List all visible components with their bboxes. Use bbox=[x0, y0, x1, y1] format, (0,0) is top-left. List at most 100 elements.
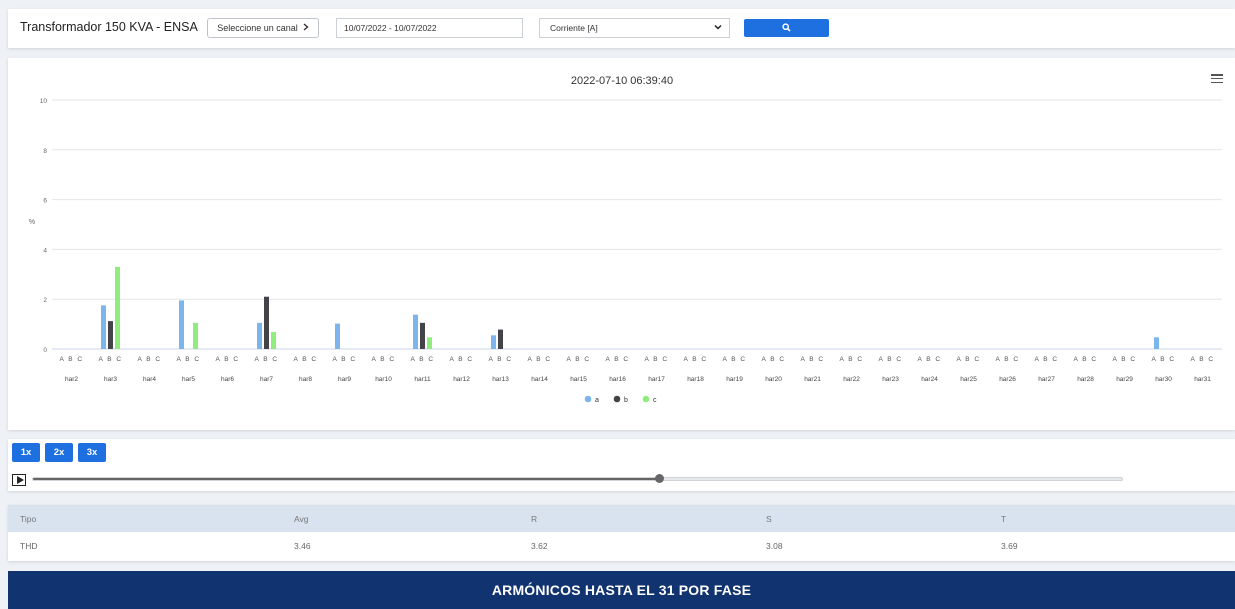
x-sublabel: A B C bbox=[722, 356, 746, 363]
x-tick-label: har4 bbox=[143, 376, 156, 383]
x-tick-label: har12 bbox=[453, 376, 470, 383]
x-tick-label: har15 bbox=[570, 376, 587, 383]
x-tick-label: har23 bbox=[882, 376, 899, 383]
chart-title: 2022-07-10 06:39:40 bbox=[571, 75, 673, 87]
cell-avg: 3.46 bbox=[294, 540, 311, 551]
x-tick-label: har24 bbox=[921, 376, 938, 383]
measure-select[interactable]: Corriente [A] bbox=[539, 18, 730, 38]
legend-label-c: c bbox=[653, 397, 657, 404]
x-tick-label: har5 bbox=[182, 376, 195, 383]
device-title: Transformador 150 KVA - ENSA bbox=[20, 20, 198, 34]
legend-marker-a bbox=[584, 395, 592, 403]
playback-panel: 1x 2x 3x bbox=[8, 439, 1235, 491]
bar-b-har13 bbox=[498, 329, 503, 349]
bar-b-har11 bbox=[420, 322, 425, 349]
select-channel-label: Seleccione un canal bbox=[217, 23, 298, 33]
table-header-row: Tipo Avg R S T bbox=[8, 505, 1235, 532]
column-header-s: S bbox=[754, 505, 989, 532]
legend-label-b: b bbox=[624, 397, 628, 404]
x-tick-label: har30 bbox=[1155, 376, 1172, 383]
x-tick-label: har19 bbox=[726, 376, 743, 383]
bar-a-har3 bbox=[101, 305, 106, 349]
play-button[interactable] bbox=[12, 474, 26, 486]
bar-c-har5 bbox=[193, 322, 198, 349]
x-sublabel: A B C bbox=[293, 356, 317, 363]
x-tick-label: har6 bbox=[221, 376, 234, 383]
date-range-input[interactable]: 10/07/2022 - 10/07/2022 bbox=[336, 18, 523, 38]
x-sublabel: A B C bbox=[137, 356, 161, 363]
column-header-r: R bbox=[519, 505, 754, 532]
speed-3x-button[interactable]: 3x bbox=[78, 443, 106, 462]
x-sublabel: A B C bbox=[59, 356, 83, 363]
x-sublabel: A B C bbox=[449, 356, 473, 363]
thd-table-card: Tipo Avg R S T THD 3.46 3.62 3.08 3.69 bbox=[8, 505, 1235, 561]
bar-c-har11 bbox=[427, 337, 432, 349]
bar-a-har11 bbox=[413, 314, 418, 349]
x-tick-label: har8 bbox=[299, 376, 312, 383]
x-sublabel: A B C bbox=[917, 356, 941, 363]
column-header-tipo: Tipo bbox=[8, 505, 282, 532]
x-tick-label: har22 bbox=[843, 376, 860, 383]
measure-select-value: Corriente [A] bbox=[550, 23, 598, 33]
cell-tipo: THD bbox=[20, 540, 38, 551]
y-tick-label: 0 bbox=[43, 347, 47, 354]
bar-a-har9 bbox=[335, 323, 340, 349]
bar-a-har13 bbox=[491, 335, 496, 349]
harmonics-chart: 2022-07-10 06:39:40 % 0 2 4 6 8 10 A B C har2 A… bbox=[8, 58, 1235, 430]
x-sublabel: A B C bbox=[332, 356, 356, 363]
search-button[interactable] bbox=[744, 19, 829, 37]
bar-a-har30 bbox=[1154, 337, 1159, 349]
bar-a-har5 bbox=[179, 300, 184, 349]
x-tick-label: har14 bbox=[531, 376, 548, 383]
x-sublabel: A B C bbox=[410, 356, 434, 363]
x-tick-label: har27 bbox=[1038, 376, 1055, 383]
table-row: THD 3.46 3.62 3.08 3.69 bbox=[8, 532, 1235, 559]
timeline-slider[interactable] bbox=[32, 474, 1123, 483]
legend-marker-c bbox=[642, 395, 650, 403]
y-tick-label: 8 bbox=[43, 148, 47, 155]
x-sublabel: A B C bbox=[488, 356, 512, 363]
y-tick-label: 10 bbox=[40, 98, 48, 105]
x-tick-label: har16 bbox=[609, 376, 626, 383]
cell-s: 3.08 bbox=[766, 540, 783, 551]
x-tick-label: har17 bbox=[648, 376, 665, 383]
x-sublabel: A B C bbox=[371, 356, 395, 363]
thd-table: Tipo Avg R S T THD 3.46 3.62 3.08 3.69 bbox=[8, 505, 1235, 559]
bar-c-har7 bbox=[271, 332, 276, 349]
x-sublabel: A B C bbox=[1112, 356, 1136, 363]
x-tick-label: har7 bbox=[260, 376, 273, 383]
play-icon bbox=[16, 476, 24, 484]
legend-marker-b bbox=[613, 395, 621, 403]
x-sublabel: A B C bbox=[839, 356, 863, 363]
x-sublabel: A B C bbox=[1034, 356, 1058, 363]
column-header-avg: Avg bbox=[282, 505, 519, 532]
speed-2x-button[interactable]: 2x bbox=[45, 443, 73, 462]
toolbar: Transformador 150 KVA - ENSA Seleccione … bbox=[8, 9, 1235, 48]
x-tick-label: har9 bbox=[338, 376, 351, 383]
x-sublabel: A B C bbox=[215, 356, 239, 363]
x-sublabel: A B C bbox=[683, 356, 707, 363]
x-tick-label: har10 bbox=[375, 376, 392, 383]
speed-1x-button[interactable]: 1x bbox=[12, 443, 40, 462]
legend-label-a: a bbox=[595, 397, 599, 404]
x-tick-label: har18 bbox=[687, 376, 704, 383]
x-tick-label: har13 bbox=[492, 376, 509, 383]
y-axis-label: % bbox=[29, 219, 35, 226]
x-sublabel: A B C bbox=[98, 356, 122, 363]
chart-canvas: 2022-07-10 06:39:40 % 0 2 4 6 8 10 A B C har2 A… bbox=[29, 75, 1222, 404]
x-tick-label: har31 bbox=[1194, 376, 1211, 383]
x-sublabel: A B C bbox=[566, 356, 590, 363]
select-channel-button[interactable]: Seleccione un canal bbox=[207, 18, 319, 38]
y-tick-label: 4 bbox=[43, 247, 47, 254]
y-tick-label: 6 bbox=[43, 198, 47, 205]
footer-banner: ARMÓNICOS HASTA EL 31 POR FASE bbox=[8, 571, 1235, 609]
cell-t: 3.69 bbox=[1001, 540, 1018, 551]
bar-c-har3 bbox=[115, 266, 120, 349]
x-tick-label: har29 bbox=[1116, 376, 1133, 383]
x-sublabel: A B C bbox=[761, 356, 785, 363]
x-sublabel: A B C bbox=[956, 356, 980, 363]
chart-menu-icon[interactable] bbox=[1211, 74, 1223, 84]
footer-title: ARMÓNICOS HASTA EL 31 POR FASE bbox=[491, 582, 752, 598]
timeline-thumb[interactable] bbox=[655, 474, 665, 483]
x-sublabel: A B C bbox=[527, 356, 551, 363]
